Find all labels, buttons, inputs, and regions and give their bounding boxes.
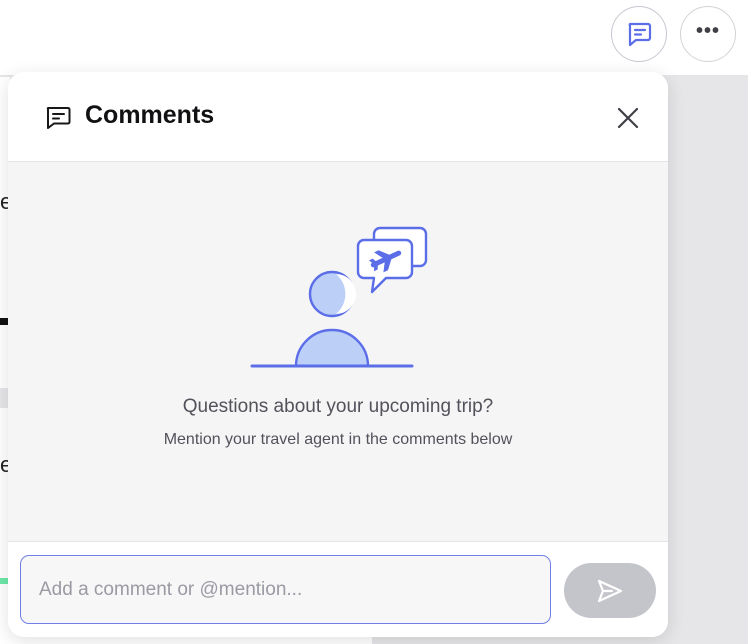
top-bar: ••• (0, 0, 748, 76)
more-horizontal-icon: ••• (695, 20, 720, 42)
comment-composer (8, 541, 668, 637)
comments-panel-header: Comments (8, 72, 668, 162)
close-panel-button[interactable] (612, 102, 644, 134)
empty-state-subtitle: Mention your travel agent in the comment… (163, 431, 513, 448)
empty-state-title: Questions about your upcoming trip? (182, 396, 494, 417)
panel-title: Comments (85, 101, 215, 129)
send-comment-button[interactable] (564, 563, 656, 618)
send-icon (597, 579, 623, 602)
comments-toggle-button[interactable] (611, 6, 667, 62)
chat-bubble-icon (46, 107, 71, 129)
close-icon (617, 107, 639, 129)
comment-input[interactable] (20, 555, 551, 624)
comments-panel: Comments Questions about your upcoming t (8, 72, 668, 637)
more-options-button[interactable]: ••• (680, 6, 736, 62)
person-with-travel-chat-illustration (250, 226, 428, 368)
chat-bubble-icon (628, 22, 652, 47)
